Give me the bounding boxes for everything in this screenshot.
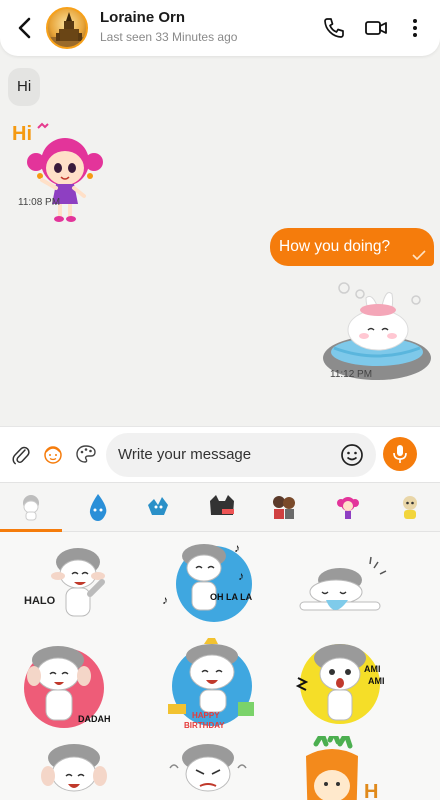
last-seen-status: Last seen 33 Minutes ago [100,30,238,44]
oh-la-la-label: OH LA LA [210,592,253,602]
contact-avatar[interactable] [46,7,88,49]
avatar-sticker-icon[interactable] [42,443,64,465]
h-label: H [364,781,378,800]
sheep-happy-birthday-sticker[interactable]: HAPPY BIRTHDAY [162,638,262,730]
sheep-dadah-sticker[interactable]: DADAH [10,640,110,732]
sticker-pack-tabs [0,482,440,532]
message-list[interactable]: Hi Hi 11:08 PM How you doing? 11:12 PM [0,56,440,426]
emoji-icon[interactable] [340,443,364,467]
blue-creature-pack-tab-icon[interactable] [142,491,174,523]
sheep-oh-la-la-sticker[interactable]: ♪ ♪ ♪ OH LA LA [160,538,260,630]
ami-label-1: AMI [364,664,381,674]
cat-pack-tab-icon[interactable] [206,491,238,523]
check-icon [412,250,426,260]
yellow-pack-tab-icon[interactable] [394,491,426,523]
svg-text:♪: ♪ [234,541,240,555]
carrot-costume-sticker[interactable]: H [296,736,396,800]
sheep-angry-sticker[interactable] [158,738,258,800]
happy-label: HAPPY [192,711,220,720]
outgoing-message[interactable]: How you doing? [270,228,434,266]
incoming-message[interactable]: Hi [8,68,41,106]
message-input-placeholder: Write your message [118,446,252,463]
microphone-icon [393,445,407,463]
sheep-pack-tab-icon[interactable] [15,491,47,523]
sheep-shocked-sticker[interactable]: AMI AMI [294,640,394,732]
message-input[interactable]: Write your message [106,433,376,477]
hi-girl-sticker[interactable]: Hi [12,118,114,224]
svg-text:♪: ♪ [238,569,244,583]
more-vertical-icon[interactable] [408,16,422,40]
pink-girl-pack-tab-icon[interactable] [332,491,364,523]
svg-text:♪: ♪ [162,593,168,607]
attachment-icon[interactable] [12,444,30,466]
water-drop-pack-tab-icon[interactable] [82,491,114,523]
back-arrow-icon[interactable] [14,16,36,40]
sticker-hi-text: Hi [12,123,32,145]
sticker-grid[interactable]: HALO ♪ ♪ ♪ OH LA LA DADAH HAPPY BIRTHDAY… [0,532,440,800]
contact-name[interactable]: Loraine Orn [100,9,185,26]
couple-pack-tab-icon[interactable] [268,491,300,523]
sheep-sticker[interactable] [24,738,124,800]
paint-palette-icon[interactable] [75,443,97,465]
message-time: 11:08 PM [18,197,61,208]
video-camera-icon[interactable] [364,16,388,40]
message-time: 11:12 PM [330,369,373,380]
dadah-label: DADAH [78,714,110,724]
sheep-crying-sticker[interactable] [296,540,396,632]
outgoing-message-text: How you doing? [279,238,391,255]
microphone-button[interactable] [383,437,417,471]
message-composer: Write your message [0,426,440,482]
phone-icon[interactable] [322,16,346,40]
birthday-label: BIRTHDAY [184,721,225,730]
chat-header: Loraine Orn Last seen 33 Minutes ago [0,0,440,56]
ami-label-2: AMI [368,676,385,686]
halo-label: HALO [24,595,56,607]
sheep-halo-sticker[interactable]: HALO [22,540,122,632]
